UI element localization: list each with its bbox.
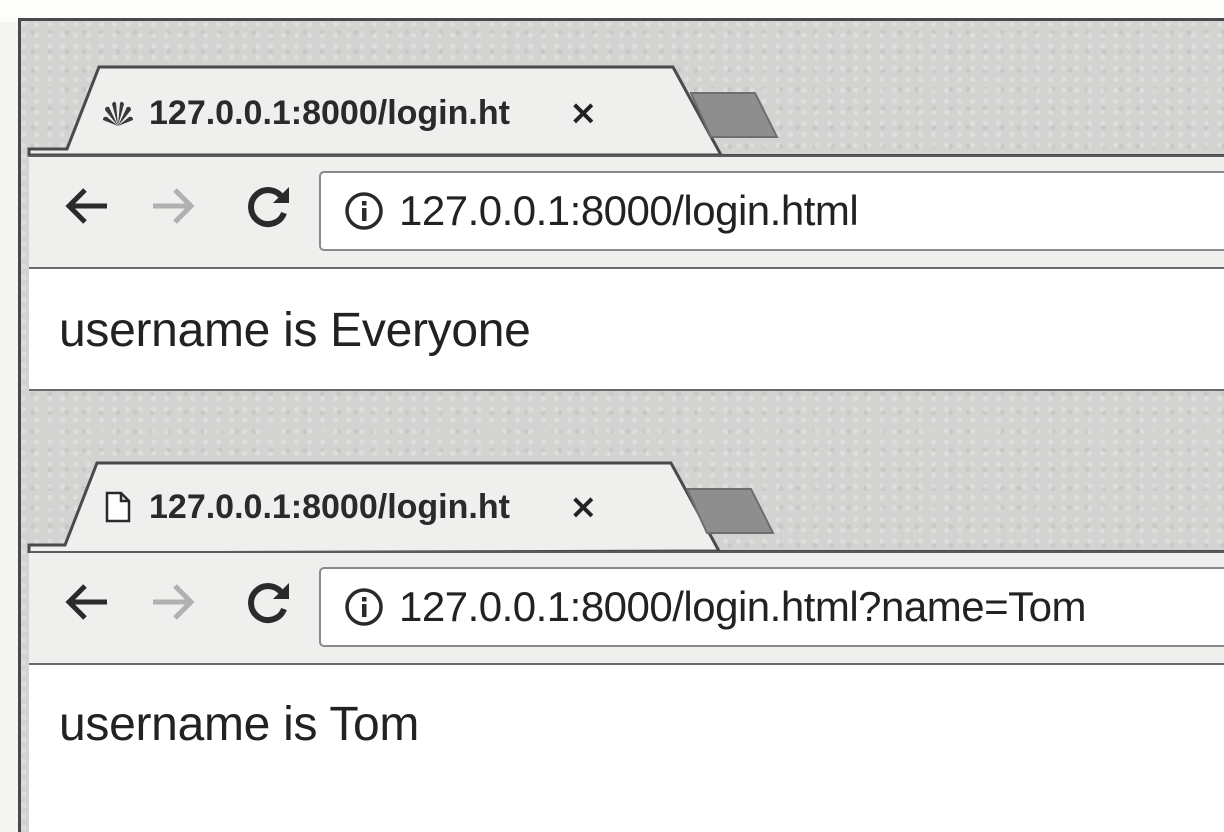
back-arrow-icon [63, 582, 109, 626]
page-content: username is Everyone [29, 267, 1224, 391]
tab[interactable]: 127.0.0.1:8000/login.ht × [103, 477, 598, 537]
page-text: username is Everyone [59, 304, 531, 357]
huawei-logo-icon [103, 98, 133, 128]
back-button[interactable] [59, 577, 113, 631]
screenshot-frame: 127.0.0.1:8000/login.ht × 127.0.0.1:8000… [18, 18, 1224, 832]
page-icon [103, 491, 133, 523]
forward-button[interactable] [147, 577, 201, 631]
browser-window-2: 127.0.0.1:8000/login.ht × 127.0.0.1:8000… [21, 413, 1224, 832]
reload-button[interactable] [241, 181, 295, 235]
forward-arrow-icon [151, 582, 197, 626]
info-icon[interactable] [343, 586, 385, 628]
browser-toolbar: 127.0.0.1:8000/login.html [29, 155, 1224, 269]
address-bar[interactable]: 127.0.0.1:8000/login.html?name=Tom [319, 567, 1224, 647]
new-tab-button[interactable] [689, 91, 779, 139]
new-tab-button[interactable] [685, 487, 775, 535]
info-icon[interactable] [343, 190, 385, 232]
reload-icon [245, 183, 291, 233]
tab-title: 127.0.0.1:8000/login.ht [149, 487, 510, 526]
forward-arrow-icon [151, 186, 197, 230]
url-text: 127.0.0.1:8000/login.html [399, 187, 859, 234]
back-arrow-icon [63, 186, 109, 230]
browser-toolbar: 127.0.0.1:8000/login.html?name=Tom [29, 551, 1224, 665]
reload-button[interactable] [241, 577, 295, 631]
browser-window-1: 127.0.0.1:8000/login.ht × 127.0.0.1:8000… [21, 21, 1224, 399]
tab[interactable]: 127.0.0.1:8000/login.ht × [103, 83, 598, 143]
page-text: username is Tom [59, 698, 420, 751]
address-bar[interactable]: 127.0.0.1:8000/login.html [319, 171, 1224, 251]
back-button[interactable] [59, 181, 113, 235]
forward-button[interactable] [147, 181, 201, 235]
tab-close-button[interactable]: × [569, 487, 598, 527]
tab-title: 127.0.0.1:8000/login.ht [149, 93, 510, 132]
page-content: username is Tom [29, 663, 1224, 832]
tab-close-button[interactable]: × [569, 93, 598, 133]
url-text: 127.0.0.1:8000/login.html?name=Tom [399, 583, 1086, 630]
reload-icon [245, 579, 291, 629]
